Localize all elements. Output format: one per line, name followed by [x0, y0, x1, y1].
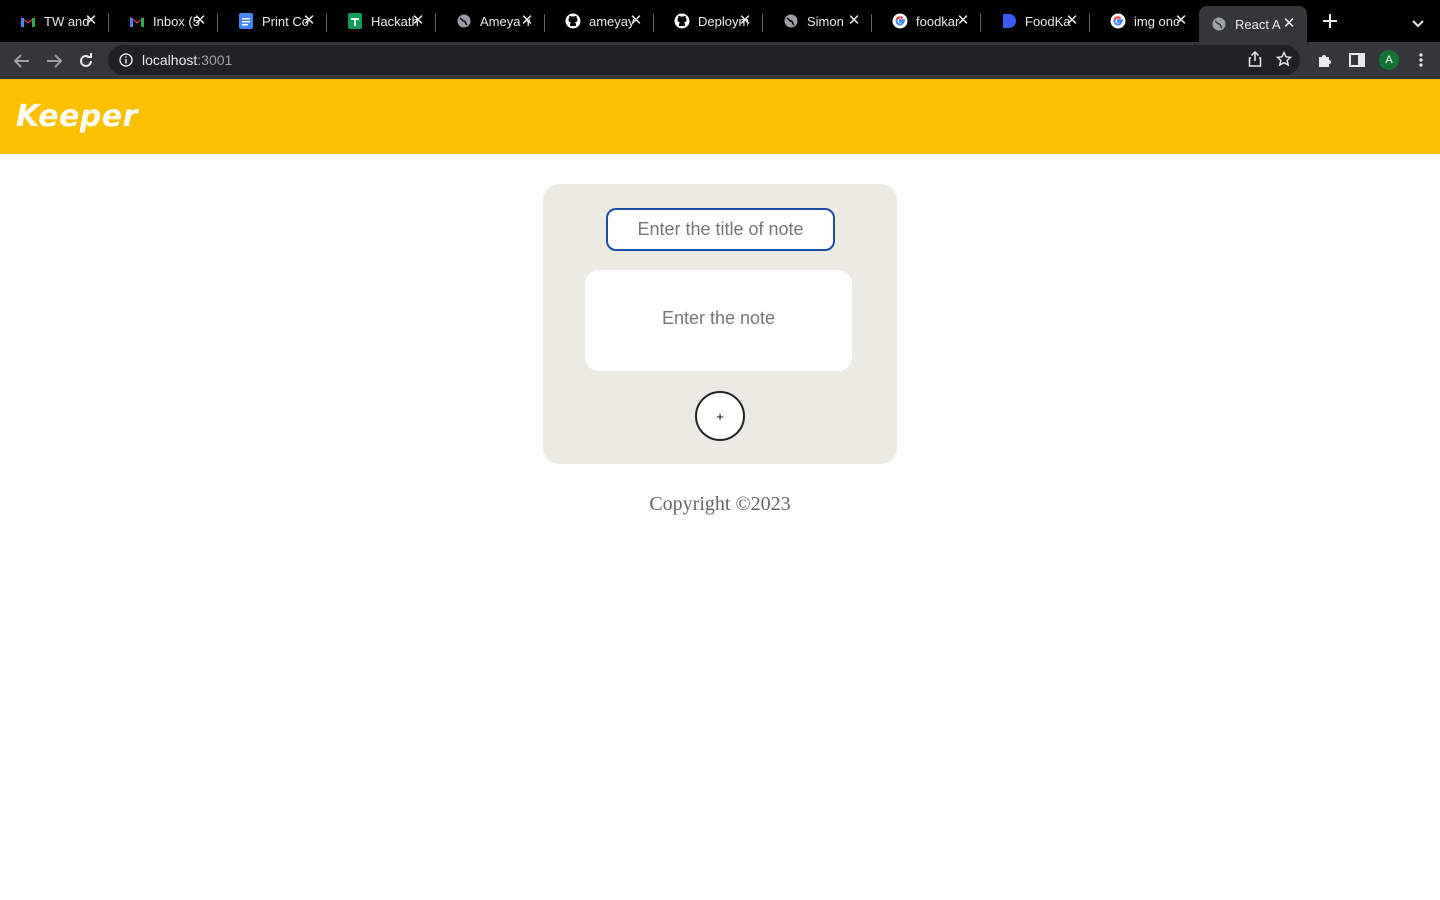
back-button[interactable]	[6, 45, 38, 77]
gmail-icon	[129, 13, 145, 29]
avatar: A	[1379, 50, 1399, 70]
browser-tab[interactable]: Ameya Y ✕	[436, 0, 545, 42]
globe-icon	[1211, 16, 1227, 32]
browser-tab[interactable]: FoodKa ✕	[981, 0, 1090, 42]
tab-search-button[interactable]	[1412, 15, 1426, 28]
note-title-input[interactable]	[606, 208, 835, 251]
close-icon[interactable]: ✕	[846, 13, 862, 29]
browser-tab[interactable]: TW and ✕	[0, 0, 109, 42]
browser-toolbar: localhost:3001 A	[0, 42, 1440, 79]
app-title: Keeper	[16, 99, 138, 134]
address-bar[interactable]: localhost:3001	[108, 45, 1300, 75]
close-icon[interactable]: ✕	[1173, 13, 1189, 29]
github-icon	[565, 13, 581, 29]
google-sheets-icon	[347, 13, 363, 29]
star-icon[interactable]	[1275, 50, 1293, 70]
arrow-left-icon	[14, 53, 29, 68]
browser-tab[interactable]: Print Co ✕	[218, 0, 327, 42]
close-icon[interactable]: ✕	[1281, 16, 1297, 32]
browser-tab[interactable]: Deploym ✕	[654, 0, 763, 42]
browser-menu-button[interactable]	[1410, 46, 1432, 74]
reload-icon	[80, 52, 92, 67]
browser-tab[interactable]: Simon ✕	[763, 0, 872, 42]
profile-button[interactable]: A	[1378, 46, 1400, 74]
gmail-icon	[20, 13, 36, 29]
google-icon	[892, 13, 908, 29]
close-icon[interactable]: ✕	[955, 13, 971, 29]
github-icon	[674, 13, 690, 29]
url-host: localhost	[142, 52, 198, 68]
close-icon[interactable]: ✕	[301, 13, 317, 29]
info-icon[interactable]	[119, 53, 133, 67]
browser-tab[interactable]: ameyay ✕	[545, 0, 654, 42]
side-panel-button[interactable]	[1346, 46, 1368, 74]
extensions-button[interactable]	[1314, 46, 1336, 74]
side-panel-icon	[1349, 53, 1365, 67]
close-icon[interactable]: ✕	[737, 13, 753, 29]
plus-icon	[1323, 14, 1337, 28]
browser-tab-strip: TW and ✕ Inbox (5 ✕ Print Co ✕ Hackath ✕…	[0, 0, 1440, 42]
browser-tab[interactable]: img onc ✕	[1090, 0, 1199, 42]
browser-tab-active[interactable]: React A ✕	[1199, 6, 1307, 42]
tab-title: React A	[1235, 16, 1281, 32]
create-note-form: +	[543, 184, 897, 464]
note-content-input[interactable]	[585, 270, 852, 371]
share-icon[interactable]	[1248, 50, 1262, 70]
close-icon[interactable]: ✕	[83, 13, 99, 29]
globe-icon	[456, 13, 472, 29]
puzzle-icon	[1319, 55, 1331, 67]
close-icon[interactable]: ✕	[1064, 13, 1080, 29]
more-vertical-icon	[1419, 53, 1423, 67]
chevron-down-icon	[1412, 20, 1424, 28]
close-icon[interactable]: ✕	[192, 13, 208, 29]
browser-tab[interactable]: foodkar ✕	[872, 0, 981, 42]
reload-button[interactable]	[70, 45, 102, 77]
new-tab-button[interactable]	[1307, 0, 1353, 42]
add-note-button[interactable]: +	[695, 391, 745, 441]
browser-tab[interactable]: Inbox (5 ✕	[109, 0, 218, 42]
close-icon[interactable]: ✕	[410, 13, 426, 29]
app-icon	[1001, 13, 1017, 29]
close-icon[interactable]: ✕	[519, 13, 535, 29]
forward-button[interactable]	[38, 45, 70, 77]
footer: Copyright ©2023	[0, 493, 1440, 516]
toolbar-right: A	[1314, 46, 1432, 74]
google-docs-icon	[238, 13, 254, 29]
globe-icon	[783, 13, 799, 29]
app-header: Keeper	[0, 79, 1440, 154]
google-icon	[1110, 13, 1126, 29]
arrow-right-icon	[47, 53, 62, 68]
address-bar-actions	[1248, 50, 1293, 70]
browser-tab[interactable]: Hackath ✕	[327, 0, 436, 42]
url-port: :3001	[197, 52, 233, 68]
close-icon[interactable]: ✕	[628, 13, 644, 29]
copyright-text: Copyright ©2023	[649, 493, 791, 515]
